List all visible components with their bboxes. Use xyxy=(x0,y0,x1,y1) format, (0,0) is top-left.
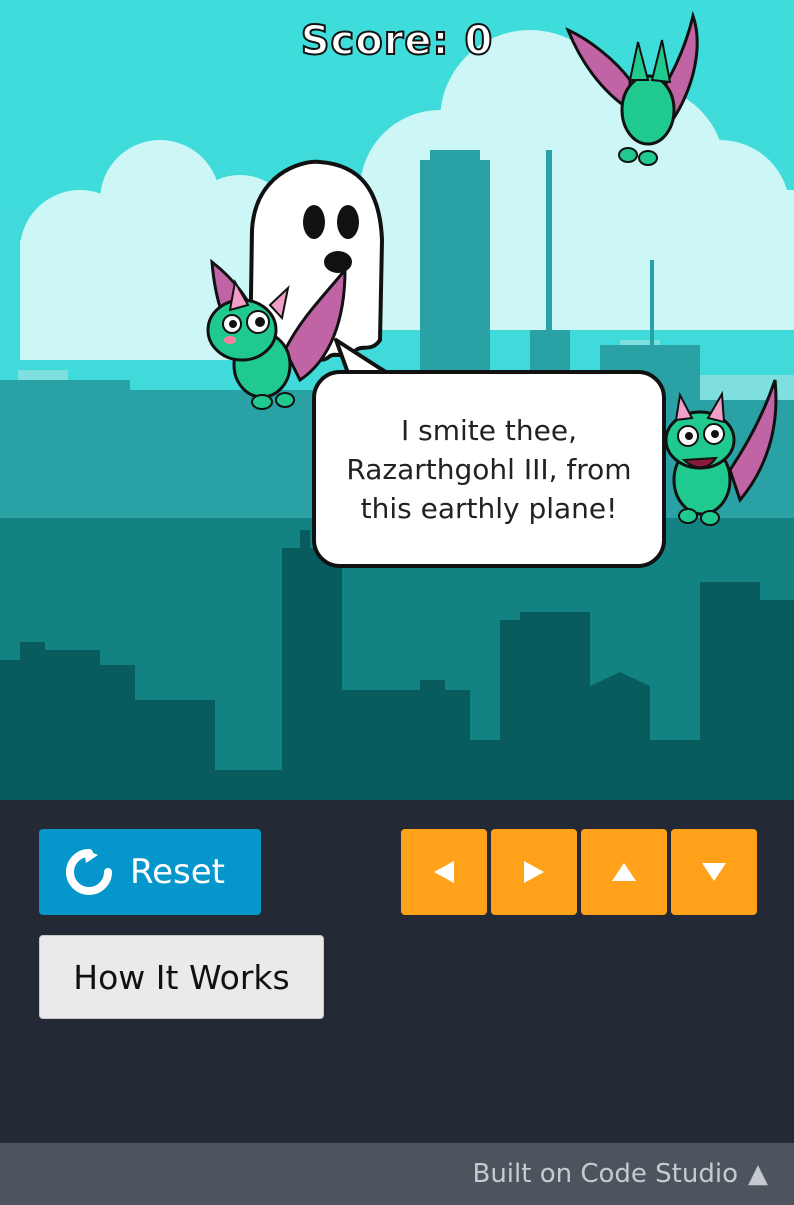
right-arrow-icon xyxy=(524,861,544,883)
speech-bubble-text: I smite thee, Razarthgohl III, from this… xyxy=(346,413,632,525)
reset-button[interactable]: Reset xyxy=(39,829,261,915)
right-arrow-button[interactable] xyxy=(491,829,577,915)
up-arrow-button[interactable] xyxy=(581,829,667,915)
reset-icon xyxy=(66,849,112,895)
controls-panel: Reset How It Works xyxy=(0,800,794,1143)
score-label: Score: 0 xyxy=(300,17,494,65)
game-stage[interactable]: I smite thee, Razarthgohl III, from this… xyxy=(0,0,794,800)
left-arrow-icon xyxy=(434,861,454,883)
how-it-works-button[interactable]: How It Works xyxy=(39,935,324,1019)
down-arrow-button[interactable] xyxy=(671,829,757,915)
reset-label: Reset xyxy=(130,852,225,892)
left-arrow-button[interactable] xyxy=(401,829,487,915)
down-arrow-icon xyxy=(702,863,726,881)
caret-up-icon[interactable]: ▲ xyxy=(748,1159,768,1189)
built-on-code-studio-link[interactable]: Built on Code Studio xyxy=(472,1159,738,1189)
up-arrow-icon xyxy=(612,863,636,881)
footer-bar[interactable]: Built on Code Studio ▲ xyxy=(0,1143,794,1205)
speech-bubble: I smite thee, Razarthgohl III, from this… xyxy=(312,370,666,568)
